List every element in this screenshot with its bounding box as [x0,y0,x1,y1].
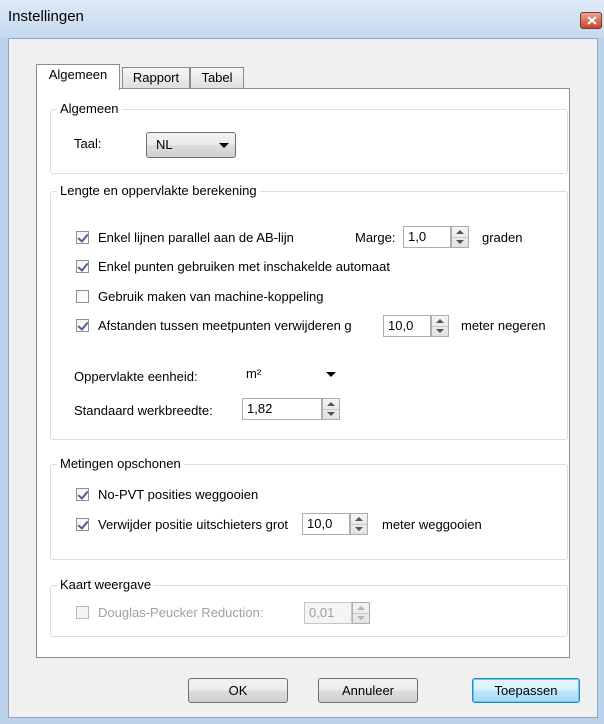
chevron-down-icon [219,143,229,148]
spin-down-icon [355,527,363,531]
points-auto-checkbox[interactable] [76,260,89,273]
margin-label: Marge: [355,230,396,245]
group-kaart-weergave-title: Kaart weergave [57,577,155,592]
tab-label: Rapport [132,70,180,85]
ok-button[interactable]: OK [188,678,288,703]
outliers-label: Verwijder positie uitschieters grot [98,517,289,532]
no-pvt-checkbox[interactable] [76,488,89,501]
close-button[interactable] [580,12,602,29]
area-unit-dropdown[interactable]: m² [240,362,344,386]
outlier-spinner[interactable] [350,513,368,535]
language-value: NL [156,137,173,152]
work-width-spinner[interactable] [322,398,340,420]
spin-up-icon [355,517,363,521]
spin-up-icon [436,319,444,323]
distance-input[interactable]: 10,0 [383,315,431,337]
parallel-ab-checkbox[interactable] [76,231,89,244]
dp-spinner[interactable] [352,602,370,624]
active-tab-join [37,87,119,90]
work-width-label: Standaard werkbreedte: [74,403,213,418]
outlier-unit: meter weggooien [382,517,482,532]
distance-spinner[interactable] [431,315,449,337]
title-bar: Instellingen [0,0,604,38]
tab-label: Tabel [201,70,233,85]
spin-down-icon [456,240,464,244]
dp-input[interactable]: 0,01 [304,602,352,624]
points-auto-label: Enkel punten gebruiken met inschakelde a… [98,259,390,274]
window-title: Instellingen [8,8,84,25]
spin-down-icon [357,616,365,620]
parallel-ab-label: Enkel lijnen parallel aan de AB-lijn [98,230,294,245]
distance-unit: meter negeren [461,318,546,333]
spin-up-icon [357,606,365,610]
work-width-input[interactable]: 1,82 [242,398,322,420]
margin-input[interactable]: 1,0 [403,226,451,248]
spin-up-icon [456,230,464,234]
douglas-peucker-checkbox[interactable] [76,606,89,619]
distance-remove-checkbox[interactable] [76,319,89,332]
group-metingen-opschonen [50,464,568,560]
area-unit-label: Oppervlakte eenheid: [74,369,198,384]
distance-remove-label: Afstanden tussen meetpunten verwijderen … [98,318,352,333]
area-unit-value: m² [246,366,262,381]
no-pvt-label: No-PVT posities weggooien [98,487,259,502]
language-dropdown[interactable]: NL [146,132,236,158]
outliers-checkbox[interactable] [76,518,89,531]
margin-spinner[interactable] [451,226,469,248]
tab-rapport[interactable]: Rapport [122,67,190,89]
spin-down-icon [436,329,444,333]
spin-down-icon [327,412,335,416]
outlier-input[interactable]: 10,0 [302,513,350,535]
close-icon [587,16,597,25]
douglas-peucker-label: Douglas-Peucker Reduction: [98,605,264,620]
language-label: Taal: [74,136,102,151]
machine-coupling-checkbox[interactable] [76,290,89,303]
tab-tabel[interactable]: Tabel [190,67,244,89]
group-lengte-oppervlakte-title: Lengte en oppervlakte berekening [57,183,260,198]
group-algemeen [50,109,568,174]
tab-label: Algemeen [48,67,108,82]
cancel-button[interactable]: Annuleer [318,678,418,703]
group-algemeen-title: Algemeen [57,101,122,116]
machine-coupling-label: Gebruik maken van machine-koppeling [98,289,324,304]
apply-button[interactable]: Toepassen [472,678,580,703]
group-metingen-opschonen-title: Metingen opschonen [57,456,184,471]
chevron-down-icon [326,372,336,377]
spin-up-icon [327,402,335,406]
margin-unit: graden [482,230,523,245]
